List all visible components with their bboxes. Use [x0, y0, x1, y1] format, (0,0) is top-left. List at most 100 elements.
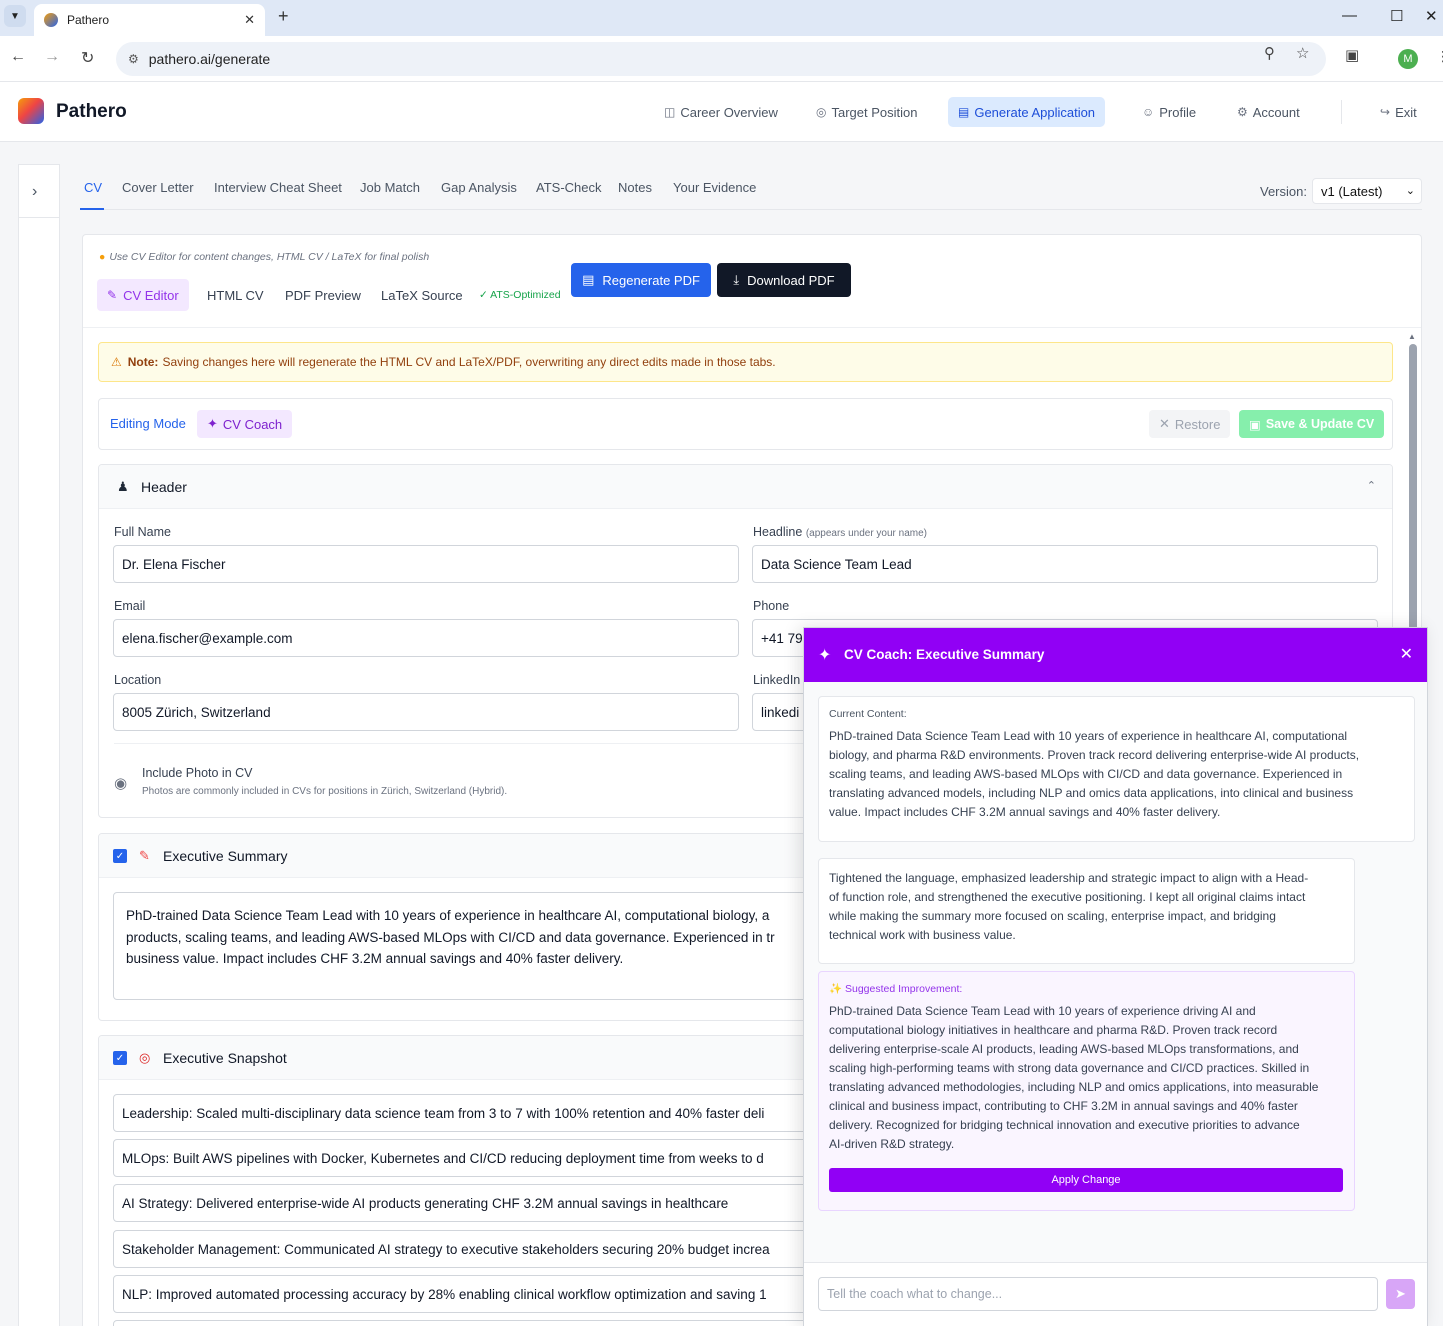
browser-toolbar: ← → ↻ ⚙ pathero.ai/generate ⚲ ☆ ▣ M ⋮	[0, 36, 1443, 82]
new-tab-icon[interactable]: +	[278, 6, 289, 27]
target-icon: ◎	[816, 105, 827, 119]
site-settings-icon[interactable]: ⚙	[128, 52, 139, 66]
nav-target-position[interactable]: ◎ Target Position	[806, 97, 927, 127]
tab-interview-cheat-sheet[interactable]: Interview Cheat Sheet	[214, 180, 342, 195]
cv-coach-messages: Current Content: PhD-trained Data Scienc…	[804, 682, 1427, 1262]
include-photo-title: Include Photo in CV	[142, 766, 253, 780]
pathero-logo-icon[interactable]	[18, 98, 44, 124]
location-field[interactable]: 8005 Zürich, Switzerland	[113, 693, 739, 731]
tab-your-evidence[interactable]: Your Evidence	[673, 180, 756, 195]
sidebar-rail: ›	[18, 164, 60, 1326]
briefcase-icon: ◫	[664, 105, 676, 119]
nav-exit[interactable]: ↪ Exit	[1370, 97, 1427, 127]
browser-tab-strip: ▼ Pathero ✕ + — ☐ ✕	[0, 0, 1443, 36]
forward-icon[interactable]: →	[44, 48, 60, 66]
coach-reply-message: Tightened the language, emphasized leade…	[818, 858, 1355, 964]
subtab-html-cv[interactable]: HTML CV	[197, 279, 274, 311]
tab-job-match[interactable]: Job Match	[360, 180, 420, 195]
tab-notes[interactable]: Notes	[618, 180, 652, 195]
section-title: Executive Summary	[163, 848, 288, 864]
browser-tab[interactable]: Pathero ✕	[34, 4, 265, 36]
memo-icon: ✎	[139, 848, 150, 863]
close-icon[interactable]: ✕	[1400, 644, 1413, 664]
reload-icon[interactable]: ↻	[81, 48, 94, 68]
sparkle-icon: ✦	[207, 416, 218, 431]
header-section-toggle[interactable]: ♟ Header ⌃	[99, 465, 1392, 509]
bookmark-star-icon[interactable]: ☆	[1296, 44, 1309, 62]
brand-name[interactable]: Pathero	[56, 101, 127, 123]
browser-tab-title: Pathero	[67, 13, 110, 27]
subtab-pdf-preview[interactable]: PDF Preview	[275, 279, 371, 311]
nav-profile[interactable]: ☺ Profile	[1132, 97, 1206, 127]
restore-button[interactable]: ✕ Restore	[1149, 410, 1231, 438]
save-update-cv-button[interactable]: ▣ Save & Update CV	[1239, 410, 1385, 438]
close-tab-icon[interactable]: ✕	[244, 12, 255, 28]
minimize-icon[interactable]: —	[1342, 7, 1357, 24]
cv-coach-title: CV Coach: Executive Summary	[844, 647, 1045, 662]
pencil-icon: ✎	[107, 288, 118, 302]
headline-label: Headline (appears under your name)	[753, 525, 928, 539]
executive-summary-checkbox[interactable]: ✓	[113, 849, 127, 863]
subtab-latex-source[interactable]: LaTeX Source	[371, 279, 473, 311]
send-icon[interactable]: ➤	[1386, 1279, 1415, 1309]
editor-hint: ● Use CV Editor for content changes, HTML…	[99, 251, 430, 263]
back-icon[interactable]: ←	[10, 48, 26, 66]
warning-icon: ⚠	[111, 355, 122, 369]
regenerate-pdf-button[interactable]: ▤ Regenerate PDF	[571, 263, 711, 297]
dart-target-icon: ◎	[139, 1050, 151, 1065]
apply-change-button[interactable]: Apply Change	[829, 1168, 1343, 1192]
close-window-icon[interactable]: ✕	[1425, 7, 1438, 25]
ats-optimized-badge: ✓ ATS-Optimized	[479, 289, 561, 301]
subtab-cv-editor[interactable]: ✎ CV Editor	[97, 279, 189, 311]
editing-mode-toggle[interactable]: Editing Mode	[110, 416, 186, 431]
email-label: Email	[114, 599, 146, 613]
tab-gap-analysis[interactable]: Gap Analysis	[441, 180, 517, 195]
email-field[interactable]: elena.fischer@example.com	[113, 619, 739, 657]
save-warning-note: ⚠ Note: Saving changes here will regener…	[98, 342, 1393, 382]
sparkle-icon: ✦	[818, 647, 832, 664]
suggested-improvement-label: ✨ Suggested Improvement:	[829, 983, 963, 995]
headline-input[interactable]: Data Science Team Lead	[752, 545, 1378, 583]
section-title: Executive Snapshot	[163, 1050, 287, 1066]
scroll-up-icon[interactable]: ▲	[1408, 332, 1416, 341]
nav-generate-application[interactable]: ▤ Generate Application	[948, 97, 1106, 127]
download-icon: ⤓	[733, 272, 740, 287]
expand-sidebar-icon[interactable]: ›	[32, 183, 37, 201]
scrollbar-thumb[interactable]	[1409, 344, 1417, 634]
maximize-icon[interactable]: ☐	[1390, 7, 1403, 25]
tab-search-button[interactable]: ▼	[4, 5, 26, 27]
lightbulb-icon: ●	[99, 251, 106, 263]
zoom-icon[interactable]: ⚲	[1264, 44, 1275, 62]
url-text: pathero.ai/generate	[148, 51, 271, 67]
tab-ats-check[interactable]: ATS-Check	[536, 180, 602, 195]
tab-cover-letter[interactable]: Cover Letter	[122, 180, 194, 195]
linkedin-label: LinkedIn	[753, 673, 801, 687]
nav-career-overview[interactable]: ◫ Career Overview	[654, 97, 788, 127]
cv-coach-button[interactable]: ✦ CV Coach	[197, 410, 293, 438]
gear-icon: ⚙	[1237, 105, 1248, 119]
profile-avatar[interactable]: M	[1398, 49, 1418, 69]
sparkle-icon: ✨	[829, 983, 843, 995]
executive-snapshot-checkbox[interactable]: ✓	[113, 1051, 127, 1065]
coach-message-input[interactable]: Tell the coach what to change...	[818, 1277, 1378, 1311]
version-select[interactable]: v1 (Latest) ⌄	[1312, 178, 1422, 204]
camera-icon: ◉	[114, 775, 128, 792]
chevron-up-icon[interactable]: ⌃	[1367, 479, 1376, 492]
app-header: Pathero ◫ Career Overview ◎ Target Positio…	[0, 82, 1443, 142]
logout-icon: ↪	[1380, 105, 1391, 119]
address-bar[interactable]: ⚙ pathero.ai/generate	[116, 42, 1326, 76]
document-icon: ▤	[582, 272, 595, 287]
close-icon: ✕	[1159, 416, 1170, 431]
active-tab-indicator	[80, 208, 104, 210]
location-label: Location	[114, 673, 162, 687]
include-photo-hint: Photos are commonly included in CVs for …	[142, 786, 508, 797]
cv-coach-header: ✦ CV Coach: Executive Summary ✕	[804, 628, 1427, 682]
nav-account[interactable]: ⚙ Account	[1227, 97, 1310, 127]
extensions-icon[interactable]: ▣	[1345, 46, 1359, 64]
tab-cv[interactable]: CV	[84, 180, 102, 195]
cv-coach-panel: ✦ CV Coach: Executive Summary ✕ Current …	[803, 627, 1428, 1326]
current-content-message: Current Content: PhD-trained Data Scienc…	[818, 696, 1415, 842]
browser-menu-icon[interactable]: ⋮	[1436, 48, 1443, 65]
full-name-input[interactable]: Dr. Elena Fischer	[113, 545, 739, 583]
download-pdf-button[interactable]: ⤓ Download PDF	[717, 263, 851, 297]
